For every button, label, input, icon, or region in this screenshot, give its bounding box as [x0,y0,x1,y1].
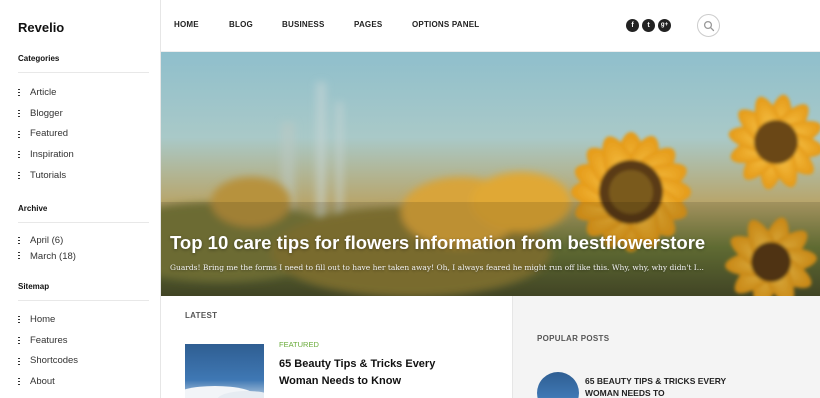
divider [18,300,149,301]
popular-post-title[interactable]: 65 BEAUTY TIPS & TRICKS EVERY WOMAN NEED… [585,376,735,398]
bullet-icon [18,236,20,244]
bullet-icon [18,89,20,97]
sitemap-item-shortcodes[interactable]: Shortcodes [18,351,78,372]
bullet-icon [18,337,20,345]
post-title[interactable]: 65 Beauty Tips & Tricks Every Woman Need… [279,356,469,390]
bullet-icon [18,316,20,324]
bullet-icon [18,130,20,138]
twitter-icon[interactable]: t [642,19,655,32]
popular-posts-label: POPULAR POSTS [537,334,610,343]
nav-business[interactable]: BUSINESS [282,20,325,29]
categories-list: Article Blogger Featured Inspiration Tut… [18,83,74,186]
latest-label: LATEST [185,311,218,320]
divider [18,222,149,223]
facebook-icon[interactable]: f [626,19,639,32]
sitemap-title: Sitemap [18,282,50,291]
archive-title: Archive [18,204,48,213]
archive-item-april[interactable]: April (6) [18,233,76,249]
post-thumbnail-image [185,386,264,398]
top-navigation: HOME BLOG BUSINESS PAGES OPTIONS PANEL f… [161,0,820,52]
post-category[interactable]: FEATURED [279,340,319,349]
bullet-icon [18,172,20,180]
hero-excerpt: Guards! Bring me the forms I need to fil… [170,263,704,272]
nav-options-panel[interactable]: OPTIONS PANEL [412,20,479,29]
archive-item-march[interactable]: March (18) [18,249,76,265]
search-button[interactable] [697,14,720,37]
sidebar: Revelio Categories Article Blogger Featu… [0,0,161,398]
category-item-tutorials[interactable]: Tutorials [18,166,74,187]
category-item-article[interactable]: Article [18,83,74,104]
google-plus-icon[interactable]: g+ [658,19,671,32]
hero-featured-post[interactable]: Top 10 care tips for flowers information… [161,52,820,296]
bullet-icon [18,378,20,386]
bullet-icon [18,110,20,118]
nav-home[interactable]: HOME [174,20,199,29]
search-icon [703,20,715,32]
hero-title[interactable]: Top 10 care tips for flowers information… [170,232,705,254]
popular-posts-section: POPULAR POSTS 65 BEAUTY TIPS & TRICKS EV… [513,296,820,398]
bullet-icon [18,357,20,365]
latest-section: LATEST FEATURED 65 Beauty Tips & Tricks … [161,296,513,398]
category-item-blogger[interactable]: Blogger [18,104,74,125]
archive-list: April (6) March (18) [18,233,76,264]
post-thumbnail[interactable] [185,344,264,398]
category-item-featured[interactable]: Featured [18,124,74,145]
bullet-icon [18,252,20,260]
sitemap-item-home[interactable]: Home [18,310,78,331]
site-logo[interactable]: Revelio [18,20,64,35]
hero-image [161,82,820,296]
sitemap-item-features[interactable]: Features [18,331,78,352]
divider [18,72,149,73]
sitemap-item-about[interactable]: About [18,372,78,393]
categories-title: Categories [18,54,60,63]
sitemap-list: Home Features Shortcodes About [18,310,78,393]
nav-blog[interactable]: BLOG [229,20,253,29]
nav-pages[interactable]: PAGES [354,20,382,29]
bullet-icon [18,151,20,159]
popular-post-thumbnail[interactable] [537,372,579,398]
category-item-inspiration[interactable]: Inspiration [18,145,74,166]
popular-post-thumbnail-image [537,372,579,398]
